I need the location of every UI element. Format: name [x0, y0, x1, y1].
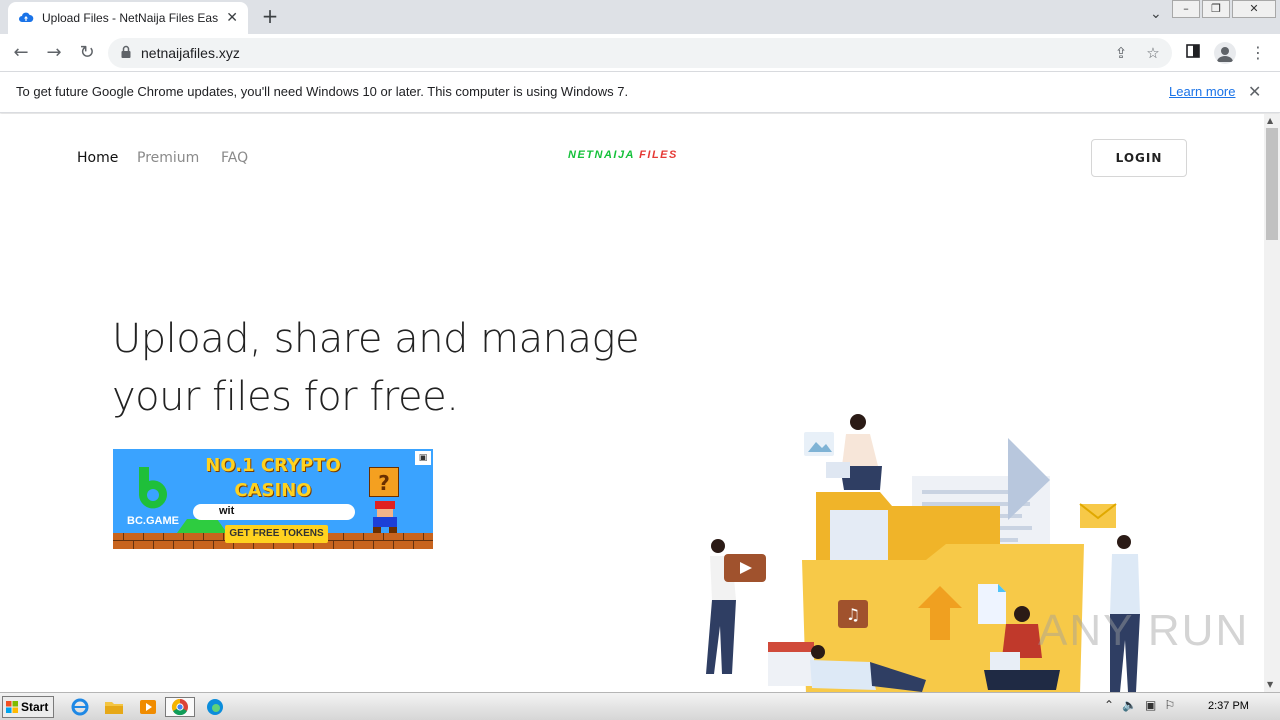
file-explorer-icon[interactable]: [102, 697, 126, 717]
ad-headline-line-1: NO.1 CRYPTO: [205, 455, 341, 476]
restore-button[interactable]: ❐: [1202, 0, 1230, 18]
new-tab-button[interactable]: +: [258, 4, 282, 28]
window-controls: – ❐ ✕: [1170, 0, 1276, 18]
hero-heading: Upload, share and manage your files for …: [112, 310, 672, 426]
ad-headline: NO.1 CRYPTO CASINO: [201, 453, 345, 503]
infobar-message: To get future Google Chrome updates, you…: [16, 84, 629, 99]
close-tab-icon[interactable]: ✕: [226, 10, 238, 26]
browser-toolbar: ← → ↻ netnaijafiles.xyz ⇪ ☆ ⋮: [0, 34, 1280, 72]
logo-part-files: FILES: [639, 149, 678, 161]
svg-text:?: ?: [378, 471, 390, 495]
ad-input-text: wit: [219, 505, 235, 517]
chrome-taskbar-button[interactable]: [165, 697, 195, 717]
question-block-icon: ?: [369, 467, 399, 497]
hero-line-2: your files for free.: [112, 374, 459, 420]
update-infobar: To get future Google Chrome updates, you…: [0, 72, 1280, 113]
hero-line-1: Upload, share and manage: [112, 316, 640, 362]
start-label: Start: [21, 700, 49, 714]
learn-more-link[interactable]: Learn more: [1169, 84, 1235, 99]
ad-input-field[interactable]: wit: [193, 504, 355, 520]
tray-expand-icon[interactable]: ⌃: [1104, 698, 1114, 712]
windows-flag-icon: [6, 701, 18, 713]
tab-search-chevron-icon[interactable]: ⌄: [1150, 6, 1162, 22]
back-arrow-icon[interactable]: ←: [10, 42, 32, 64]
nav-home-link[interactable]: Home: [77, 150, 118, 166]
bc-game-logo-icon: [139, 467, 167, 509]
side-panel-icon[interactable]: [1182, 42, 1204, 64]
minimize-button[interactable]: –: [1172, 0, 1200, 18]
svg-text:♫: ♫: [846, 605, 860, 624]
pixel-character-icon: [373, 501, 397, 533]
lock-icon: [121, 45, 131, 58]
edge-icon[interactable]: [203, 697, 227, 717]
site-logo[interactable]: NETNAIJA FILES: [568, 149, 678, 161]
close-infobar-icon[interactable]: ✕: [1248, 82, 1261, 101]
kebab-menu-icon[interactable]: ⋮: [1247, 42, 1269, 64]
tab-strip: Upload Files - NetNaija Files Easy Ac ✕ …: [0, 0, 1280, 34]
media-player-icon[interactable]: [136, 697, 160, 717]
page-content: Home Premium FAQ NETNAIJA FILES LOGIN Up…: [0, 114, 1264, 692]
bookmark-star-icon[interactable]: ☆: [1144, 44, 1162, 62]
adchoices-icon[interactable]: ▣: [415, 451, 431, 465]
action-center-flag-icon[interactable]: ⚐: [1164, 698, 1175, 712]
cloud-upload-icon: [19, 12, 34, 22]
windows-taskbar: Start ⌃ 🔈 ▣ ⚐ 2:37 PM: [0, 692, 1280, 720]
page-scrollbar[interactable]: ▲ ▼: [1264, 114, 1280, 692]
forward-arrow-icon[interactable]: →: [43, 42, 65, 64]
taskbar-clock[interactable]: 2:37 PM: [1208, 700, 1249, 712]
chrome-icon: [171, 698, 188, 716]
share-icon[interactable]: ⇪: [1112, 44, 1130, 62]
tab-upload-files[interactable]: Upload Files - NetNaija Files Easy Ac ✕: [8, 2, 248, 34]
tab-title: Upload Files - NetNaija Files Easy Ac: [42, 11, 218, 25]
ad-brand-name: BC.GAME: [127, 515, 179, 527]
scrollbar-thumb[interactable]: [1266, 128, 1278, 240]
logo-part-netnaija: NETNAIJA: [568, 149, 635, 161]
volume-icon[interactable]: 🔈: [1122, 698, 1137, 712]
scroll-up-arrow-icon[interactable]: ▲: [1267, 116, 1273, 125]
system-tray: ⌃ 🔈 ▣ ⚐: [1104, 698, 1175, 712]
get-free-tokens-button[interactable]: GET FREE TOKENS: [225, 525, 328, 543]
address-bar[interactable]: netnaijafiles.xyz ⇪ ☆: [108, 38, 1172, 68]
internet-explorer-icon[interactable]: [68, 697, 92, 717]
network-icon[interactable]: ▣: [1145, 698, 1156, 712]
scroll-down-arrow-icon[interactable]: ▼: [1267, 680, 1273, 689]
ad-headline-line-2: CASINO: [234, 480, 312, 501]
reload-icon[interactable]: ↻: [76, 42, 98, 64]
close-window-button[interactable]: ✕: [1232, 0, 1276, 18]
nav-faq-link[interactable]: FAQ: [221, 150, 248, 166]
start-button[interactable]: Start: [2, 696, 54, 718]
url-text: netnaijafiles.xyz: [141, 45, 240, 61]
login-button[interactable]: LOGIN: [1091, 139, 1187, 177]
crypto-ad-banner[interactable]: NO.1 CRYPTO CASINO BC.GAME wit GET FREE …: [113, 449, 433, 549]
nav-premium-link[interactable]: Premium: [137, 150, 199, 166]
profile-avatar-icon[interactable]: [1214, 42, 1236, 64]
anyrun-watermark: ANY RUN: [1038, 606, 1250, 655]
